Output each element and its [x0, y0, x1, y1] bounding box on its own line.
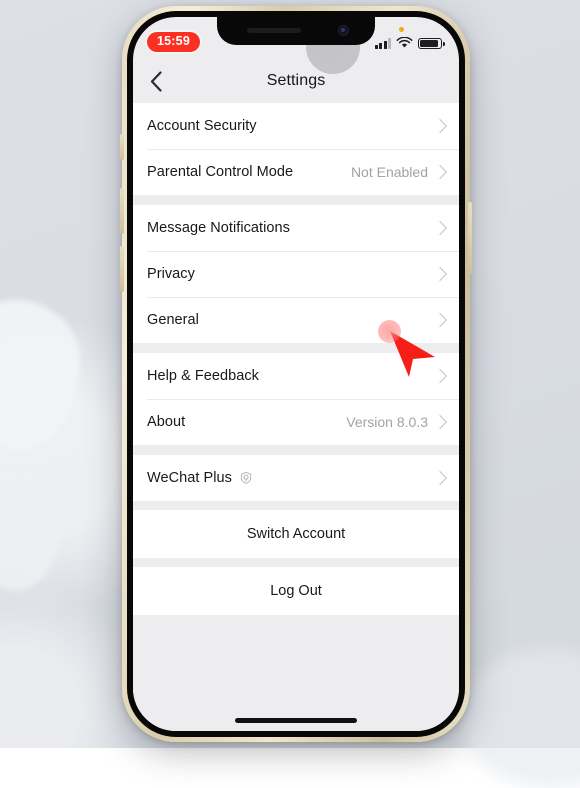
row-label: WeChat Plus	[147, 470, 232, 486]
log-out-button[interactable]: Log Out	[133, 567, 459, 615]
volume-up-button[interactable]	[120, 188, 124, 234]
home-indicator[interactable]	[235, 718, 357, 723]
settings-row-about[interactable]: About Version 8.0.3	[133, 399, 459, 445]
settings-row-help-and-feedback[interactable]: Help & Feedback	[133, 353, 459, 399]
front-camera-icon	[338, 25, 349, 36]
wifi-icon	[396, 37, 413, 48]
battery-icon	[418, 37, 445, 49]
row-value: Not Enabled	[350, 164, 428, 180]
background-object-left-upper	[0, 300, 80, 450]
bottom-spacer	[133, 615, 459, 731]
section-divider	[133, 445, 459, 455]
row-label: Privacy	[147, 266, 195, 282]
plus-badge-icon	[239, 471, 253, 485]
section-divider	[133, 501, 459, 510]
chevron-right-icon	[432, 414, 448, 430]
chevron-right-icon	[432, 220, 448, 236]
device-notch	[217, 17, 375, 45]
chevron-right-icon	[432, 164, 448, 180]
settings-section-2: Message Notifications Privacy General	[133, 205, 459, 343]
row-label: About	[147, 414, 186, 430]
row-label: Help & Feedback	[147, 368, 259, 384]
settings-section-4: WeChat Plus	[133, 455, 459, 501]
volume-down-button[interactable]	[120, 246, 124, 292]
phone-bezel: 15:59 Settings Account Security Parental…	[127, 11, 465, 737]
navigation-bar: Settings	[133, 59, 459, 103]
row-label: Parental Control Mode	[147, 164, 294, 180]
settings-row-privacy[interactable]: Privacy	[133, 251, 459, 297]
background-object-right	[460, 648, 580, 788]
status-time-badge: 15:59	[147, 32, 200, 52]
chevron-right-icon	[432, 470, 448, 486]
row-label: Account Security	[147, 118, 257, 134]
background-object-left-lower	[0, 470, 60, 590]
settings-row-general[interactable]: General	[133, 297, 459, 343]
section-divider	[133, 343, 459, 353]
settings-row-wechat-plus[interactable]: WeChat Plus	[133, 455, 459, 501]
cellular-signal-icon	[374, 38, 391, 49]
settings-row-parental-control-mode[interactable]: Parental Control Mode Not Enabled	[133, 149, 459, 195]
settings-row-message-notifications[interactable]: Message Notifications	[133, 205, 459, 251]
row-label: Message Notifications	[147, 220, 290, 236]
row-label: General	[147, 312, 199, 328]
mute-switch[interactable]	[120, 134, 124, 160]
row-value: Version 8.0.3	[346, 414, 428, 430]
section-divider	[133, 195, 459, 205]
phone-screen: 15:59 Settings Account Security Parental…	[133, 17, 459, 731]
switch-account-button[interactable]: Switch Account	[133, 510, 459, 558]
phone-device: 15:59 Settings Account Security Parental…	[120, 6, 472, 742]
orange-dot-icon	[399, 27, 404, 32]
chevron-right-icon	[432, 266, 448, 282]
settings-section-3: Help & Feedback About Version 8.0.3	[133, 353, 459, 445]
settings-section-1: Account Security Parental Control Mode N…	[133, 103, 459, 195]
settings-row-account-security[interactable]: Account Security	[133, 103, 459, 149]
page-title: Settings	[266, 72, 326, 89]
earpiece-speaker-icon	[247, 28, 301, 33]
chevron-right-icon	[432, 368, 448, 384]
status-bar-icons	[374, 27, 445, 49]
settings-list[interactable]: Account Security Parental Control Mode N…	[133, 103, 459, 731]
chevron-right-icon	[432, 118, 448, 134]
chevron-right-icon	[432, 312, 448, 328]
section-divider	[133, 558, 459, 567]
power-button[interactable]	[468, 202, 472, 274]
